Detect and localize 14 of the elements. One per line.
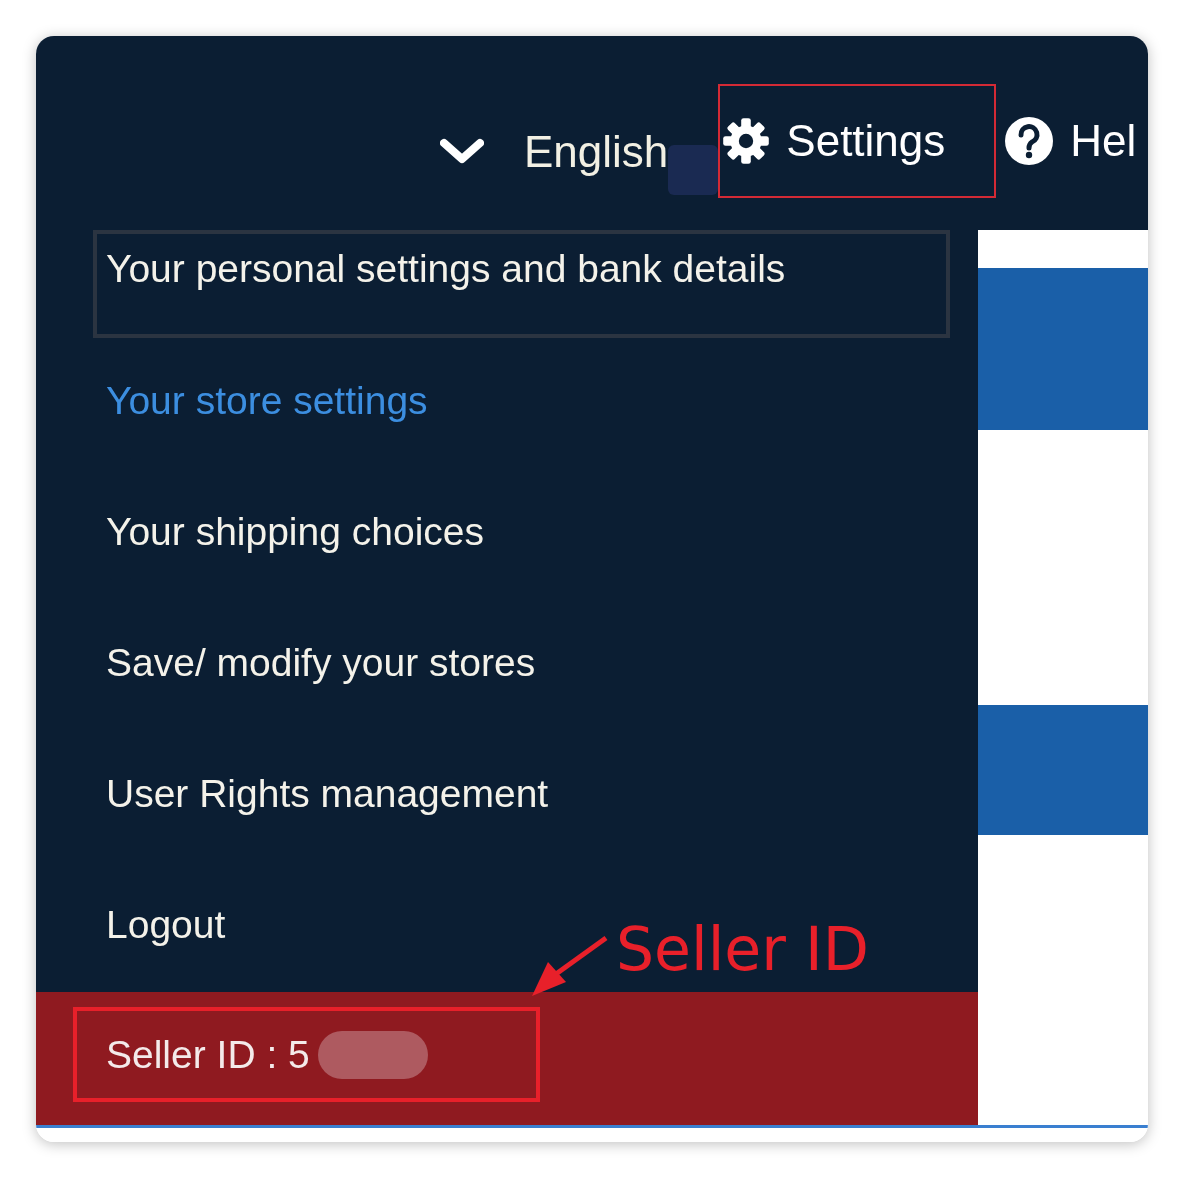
help-link[interactable]: Hel <box>1004 84 1137 198</box>
settings-button[interactable]: Settings <box>718 84 997 198</box>
language-dropdown[interactable]: English <box>440 124 669 180</box>
seller-id-text: Seller ID : 5 <box>106 1032 310 1077</box>
menu-item[interactable]: User Rights management <box>106 754 549 816</box>
help-icon <box>1004 116 1055 166</box>
settings-icon <box>722 117 771 165</box>
menu-item[interactable]: Save/ modify your stores <box>106 623 536 685</box>
annotation-label: Seller ID <box>616 914 869 984</box>
menu-item[interactable]: Your store settings <box>106 361 428 423</box>
menu-item[interactable]: Your personal settings and bank details <box>93 230 950 338</box>
menu-item[interactable]: Your shipping choices <box>106 492 484 554</box>
hover-marker <box>668 145 719 195</box>
menu-item[interactable]: Logout <box>106 885 226 947</box>
